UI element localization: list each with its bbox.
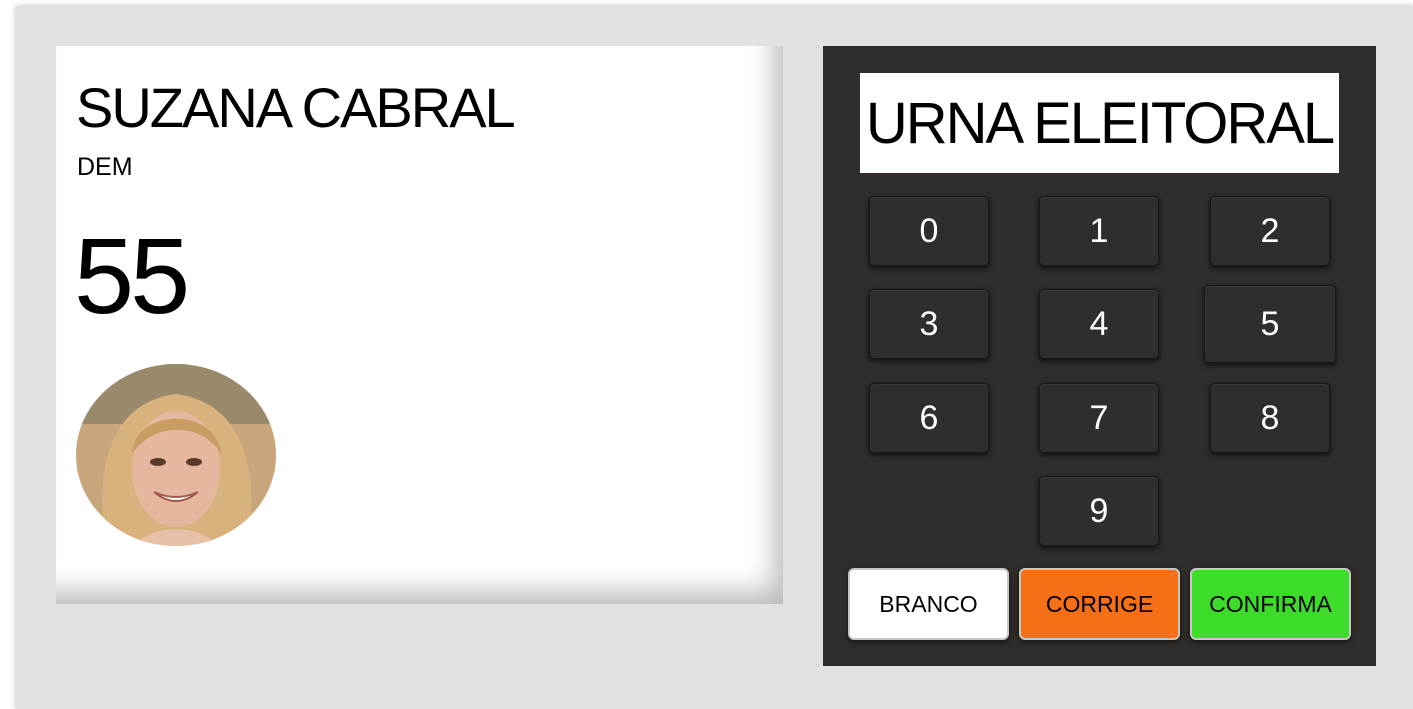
confirm-button[interactable]: CONFIRMA	[1192, 570, 1349, 638]
key-9[interactable]: 9	[1040, 477, 1158, 545]
key-4[interactable]: 4	[1040, 290, 1158, 358]
candidate-photo	[76, 364, 276, 546]
blank-vote-button[interactable]: BRANCO	[850, 570, 1007, 638]
correct-button[interactable]: CORRIGE	[1021, 570, 1178, 638]
keypad-panel: URNA ELEITORAL 0 1 2 3 4 5 6 7 8 9 BRANC…	[823, 46, 1376, 666]
key-1[interactable]: 1	[1040, 197, 1158, 265]
candidate-screen: SUZANA CABRAL DEM 55	[56, 46, 783, 604]
key-2[interactable]: 2	[1211, 197, 1329, 265]
candidate-name: SUZANA CABRAL	[76, 76, 516, 139]
key-8[interactable]: 8	[1211, 384, 1329, 452]
key-3[interactable]: 3	[870, 290, 988, 358]
machine-title-box: URNA ELEITORAL	[860, 73, 1339, 173]
key-0[interactable]: 0	[870, 197, 988, 265]
candidate-number: 55	[74, 215, 190, 336]
candidate-party: DEM	[77, 153, 133, 181]
key-7[interactable]: 7	[1040, 384, 1158, 452]
key-5[interactable]: 5	[1205, 286, 1335, 362]
machine-title: URNA ELEITORAL	[865, 90, 1335, 156]
key-6[interactable]: 6	[870, 384, 988, 452]
